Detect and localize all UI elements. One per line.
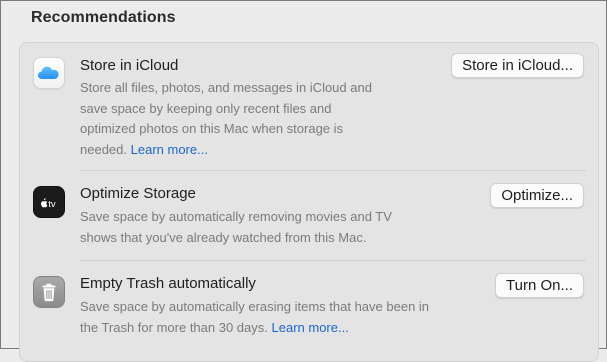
row-title-optimize: Optimize Storage (80, 185, 196, 202)
row-title-trash: Empty Trash automatically (80, 275, 256, 292)
recommendation-row-trash: Empty Trash automatically Save space by … (20, 261, 598, 361)
description-line: optimized photos on this Mac when storag… (80, 121, 344, 136)
learn-more-link-icloud[interactable]: Learn more... (131, 142, 208, 157)
trash-icon (33, 276, 65, 308)
store-in-icloud-button[interactable]: Store in iCloud... (451, 53, 584, 78)
apple-tv-icon: tv (33, 186, 65, 218)
description-line: Store all files, photos, and messages in… (80, 80, 372, 95)
description-line: Save space by automatically removing mov… (80, 209, 392, 224)
row-title-icloud: Store in iCloud (80, 57, 179, 74)
recommendations-panel: Store in iCloud Store all files, photos,… (19, 42, 599, 362)
apple-tv-icon-text: tv (48, 199, 56, 210)
description-line: save space by keeping only recent files … (80, 100, 332, 116)
description-line: shows that you've already watched from t… (80, 229, 367, 245)
description-line-end: needed. (80, 141, 127, 157)
description-line: Save space by automatically erasing item… (80, 299, 430, 314)
turn-on-button[interactable]: Turn On... (495, 273, 584, 298)
row-description-icloud: Store all files, photos, and messages in… (80, 78, 372, 160)
recommendation-row-optimize: tv Optimize Storage Save space by automa… (20, 171, 598, 260)
learn-more-link-trash[interactable]: Learn more... (272, 320, 349, 335)
recommendation-row-icloud: Store in iCloud Store all files, photos,… (20, 43, 598, 170)
description-line-end: the Trash for more than 30 days. (80, 319, 268, 335)
row-description-optimize: Save space by automatically removing mov… (80, 207, 392, 248)
optimize-button[interactable]: Optimize... (490, 183, 584, 208)
section-title: Recommendations (31, 9, 176, 26)
description-line: needed. Learn more... (80, 140, 372, 161)
row-description-trash: Save space by automatically erasing item… (80, 297, 429, 338)
description-line: the Trash for more than 30 days. Learn m… (80, 318, 429, 339)
icloud-icon (33, 57, 65, 89)
